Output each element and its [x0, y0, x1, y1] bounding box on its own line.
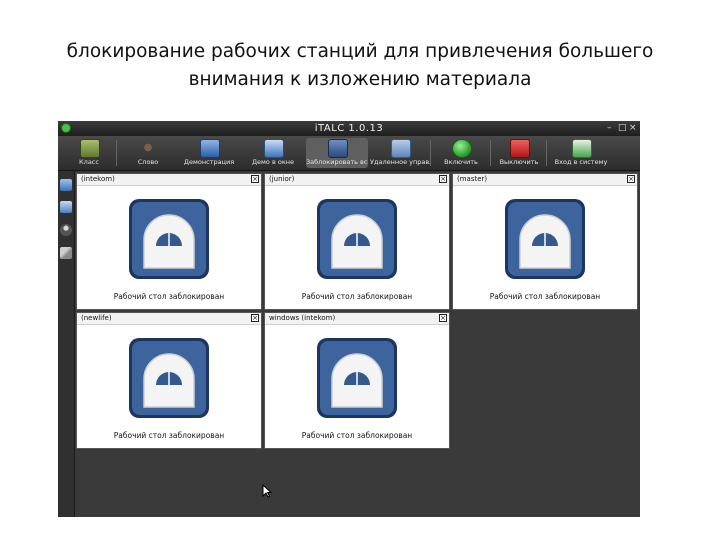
- left-sidebar: [58, 171, 75, 517]
- home-icon[interactable]: [60, 179, 72, 191]
- tile-close-button[interactable]: ×: [439, 314, 447, 322]
- toolbar-label: Слово: [137, 158, 159, 166]
- maximize-button[interactable]: □: [618, 122, 627, 134]
- client-name: windows (intekom): [269, 314, 336, 322]
- client-tile[interactable]: (junior) × Рабочий стол заблокирован: [264, 173, 450, 310]
- toolbar-label: Включить: [444, 158, 478, 166]
- toolbar-button-demo[interactable]: Демонстрация: [178, 138, 240, 168]
- toolbar-label: Демонстрация: [183, 158, 235, 166]
- toolbar-button-lock-all[interactable]: Заблокировать все: [306, 138, 368, 168]
- minimize-button[interactable]: –: [607, 122, 612, 134]
- mouse-cursor-icon: [262, 484, 272, 498]
- client-tile[interactable]: (newlife) × Рабочий стол заблокирован: [76, 312, 262, 449]
- main-toolbar: Класс Слово Демонстрация Демо в окне Заб…: [58, 136, 640, 171]
- lock-status-text: Рабочий стол заблокирован: [489, 292, 601, 301]
- toolbar-button-classroom[interactable]: Класс: [64, 138, 114, 168]
- locked-desktop-icon: [317, 338, 397, 418]
- spider-icon: [139, 139, 157, 156]
- client-tile[interactable]: (intekom) × Рабочий стол заблокирован: [76, 173, 262, 310]
- login-icon: [572, 139, 592, 158]
- slide-title-line-1: блокирование рабочих станций для привлеч…: [66, 41, 654, 62]
- tile-header: (newlife) ×: [77, 313, 261, 325]
- toolbar-separator: [546, 140, 547, 166]
- lock-status-text: Рабочий стол заблокирован: [301, 292, 413, 301]
- client-tile[interactable]: (master) × Рабочий стол заблокирован: [452, 173, 638, 310]
- toolbar-button-power-on[interactable]: Включить: [434, 138, 488, 168]
- locked-desktop-icon: [129, 338, 209, 418]
- snapshot-icon[interactable]: [60, 201, 72, 213]
- toolbar-separator: [116, 140, 117, 166]
- window-demo-icon: [264, 139, 284, 158]
- tile-close-button[interactable]: ×: [251, 314, 259, 322]
- window-titlebar: iTALC 1.0.13 – □ ×: [58, 121, 640, 136]
- locked-desktop-icon: [505, 199, 585, 279]
- overview-icon: [200, 139, 220, 158]
- tools-icon[interactable]: [60, 247, 72, 259]
- toolbar-button-login[interactable]: Вход в систему: [550, 138, 612, 168]
- tile-close-button[interactable]: ×: [627, 175, 635, 183]
- toolbar-separator: [490, 140, 491, 166]
- client-name: (newlife): [81, 314, 112, 322]
- toolbar-button-window-demo[interactable]: Демо в окне: [242, 138, 304, 168]
- italc-window: iTALC 1.0.13 – □ × Класс Слово Демонстра…: [58, 121, 640, 517]
- toolbar-button-remote-control[interactable]: Удаленное управление: [370, 138, 430, 168]
- classroom-icon: [80, 139, 100, 158]
- tile-header: windows (intekom) ×: [265, 313, 449, 325]
- tile-close-button[interactable]: ×: [251, 175, 259, 183]
- client-name: (junior): [269, 175, 295, 183]
- window-title: iTALC 1.0.13: [314, 123, 384, 134]
- toolbar-label: Заблокировать все: [306, 158, 368, 166]
- client-name: (intekom): [81, 175, 115, 183]
- slide-title: блокирование рабочих станций для привлеч…: [20, 38, 700, 94]
- power-off-icon: [510, 139, 530, 158]
- close-button[interactable]: ×: [629, 122, 637, 134]
- toolbar-label: Удаленное управление: [370, 158, 430, 166]
- toolbar-label: Выключить: [499, 158, 539, 166]
- toolbar-label: Вход в систему: [554, 158, 608, 166]
- toolbar-label: Демо в окне: [251, 158, 295, 166]
- locked-desktop-icon: [317, 199, 397, 279]
- lock-all-icon: [328, 139, 348, 158]
- tile-header: (master) ×: [453, 174, 637, 186]
- toolbar-separator: [430, 140, 431, 166]
- tile-header: (junior) ×: [265, 174, 449, 186]
- lock-status-text: Рабочий стол заблокирован: [301, 431, 413, 440]
- remote-control-icon: [391, 139, 411, 158]
- lock-status-text: Рабочий стол заблокирован: [113, 292, 225, 301]
- client-area: (intekom) × Рабочий стол заблокирован (j…: [75, 171, 640, 517]
- locked-desktop-icon: [129, 199, 209, 279]
- user-icon[interactable]: [60, 224, 72, 236]
- lock-status-text: Рабочий стол заблокирован: [113, 431, 225, 440]
- client-tile[interactable]: windows (intekom) × Рабочий стол заблоки…: [264, 312, 450, 449]
- power-on-icon: [452, 139, 472, 158]
- toolbar-button-word[interactable]: Слово: [120, 138, 176, 168]
- toolbar-label: Класс: [79, 158, 99, 166]
- tile-close-button[interactable]: ×: [439, 175, 447, 183]
- slide-title-line-2: внимания к изложению материала: [188, 69, 532, 90]
- toolbar-button-power-off[interactable]: Выключить: [494, 138, 544, 168]
- tile-header: (intekom) ×: [77, 174, 261, 186]
- client-name: (master): [457, 175, 488, 183]
